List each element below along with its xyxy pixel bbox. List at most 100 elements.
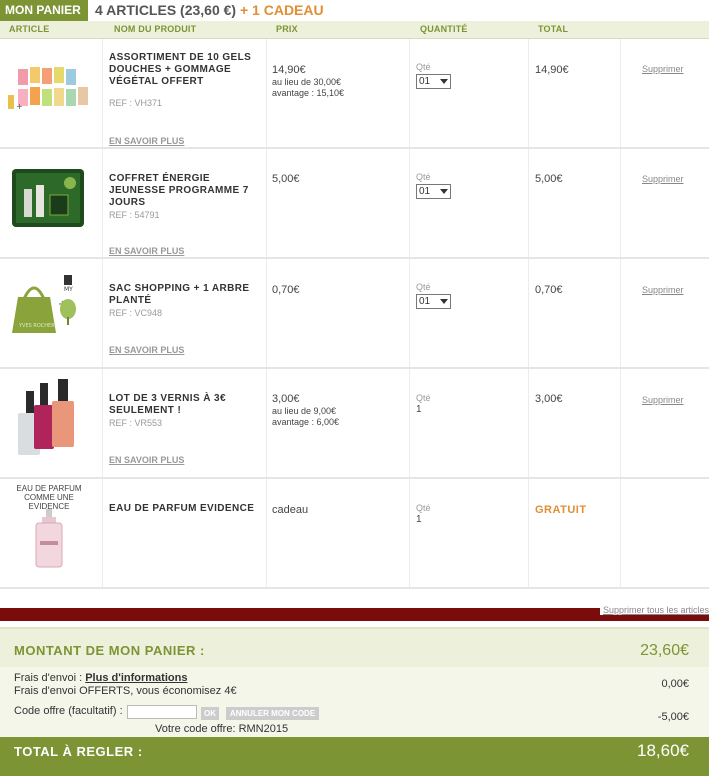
original-price: au lieu de 9,00€ bbox=[272, 406, 337, 416]
delete-link[interactable]: Supprimer bbox=[642, 174, 684, 184]
quantity-select[interactable]: 01 bbox=[416, 74, 451, 89]
quantity-value: 1 bbox=[416, 514, 422, 525]
product-name-cell: LOT DE 3 VERNIS À 3€ SEULEMENT ! REF : V… bbox=[103, 369, 267, 477]
fees-section: Frais d'envoi : Plus d'informations Frai… bbox=[0, 667, 709, 737]
product-ref: REF : VR553 bbox=[109, 418, 163, 428]
cart-amount-value: 23,60€ bbox=[640, 642, 689, 659]
price: 0,70€ bbox=[272, 284, 300, 296]
apply-code-button[interactable]: OK bbox=[201, 707, 219, 720]
delete-link[interactable]: Supprimer bbox=[642, 395, 684, 405]
more-info-link[interactable]: EN SAVOIR PLUS bbox=[109, 246, 184, 256]
price-cell: 14,90€ au lieu de 30,00€ avantage : 15,1… bbox=[267, 39, 410, 147]
grand-total-value: 18,60€ bbox=[637, 741, 689, 760]
product-name-cell: COFFRET ÉNERGIE JEUNESSE PROGRAMME 7 JOU… bbox=[103, 149, 267, 257]
original-price: au lieu de 30,00€ bbox=[272, 77, 342, 87]
free-badge: GRATUIT bbox=[535, 504, 587, 516]
product-name-cell: SAC SHOPPING + 1 ARBRE PLANTÉ REF : VC94… bbox=[103, 259, 267, 367]
table-header: ARTICLE NOM DU PRODUIT PRIX QUANTITÉ TOT… bbox=[0, 21, 709, 39]
product-name-cell: EAU DE PARFUM EVIDENCE bbox=[103, 479, 267, 587]
quantity-cell: Qté 01 bbox=[410, 149, 529, 257]
shower-gels-image: + bbox=[8, 67, 88, 111]
cart-amount-label: MONTANT DE MON PANIER : bbox=[14, 643, 205, 658]
product-name-cell: ASSORTIMENT DE 10 GELS DOUCHES + GOMMAGE… bbox=[103, 39, 267, 147]
promo-code-input[interactable] bbox=[127, 705, 197, 719]
delete-cell: Supprimer bbox=[621, 149, 709, 257]
grand-total-label: TOTAL À REGLER : bbox=[14, 744, 143, 759]
price: 3,00€ bbox=[272, 393, 300, 405]
more-info-link[interactable]: EN SAVOIR PLUS bbox=[109, 136, 184, 146]
chevron-down-icon bbox=[440, 189, 448, 194]
product-image[interactable]: EAU DE PARFUM COMME UNE EVIDENCE bbox=[0, 479, 103, 587]
product-image[interactable]: + bbox=[0, 39, 103, 147]
qty-label: Qté bbox=[416, 393, 431, 403]
shipping-label: Frais d'envoi : bbox=[14, 672, 83, 684]
delete-cell: Supprimer bbox=[621, 369, 709, 477]
table-row: EAU DE PARFUM COMME UNE EVIDENCE EAU DE … bbox=[0, 479, 709, 589]
line-total: 5,00€ bbox=[535, 173, 563, 185]
saving: avantage : 15,10€ bbox=[272, 88, 345, 98]
cart-title: MON PANIER bbox=[0, 0, 88, 21]
delete-all-link[interactable]: Supprimer tous les articles bbox=[599, 605, 709, 615]
product-ref: REF : VH371 bbox=[109, 98, 163, 108]
qty-label: Qté bbox=[416, 503, 431, 513]
product-image[interactable] bbox=[0, 149, 103, 257]
product-name[interactable]: COFFRET ÉNERGIE JEUNESSE PROGRAMME 7 JOU… bbox=[109, 173, 259, 209]
coffret-image bbox=[12, 169, 84, 227]
more-info-link[interactable]: EN SAVOIR PLUS bbox=[109, 455, 184, 465]
price-cell: 0,70€ bbox=[267, 259, 410, 367]
delete-cell: Supprimer bbox=[621, 39, 709, 147]
quantity-select[interactable]: 01 bbox=[416, 184, 451, 199]
total-cell: 5,00€ bbox=[529, 149, 621, 257]
svg-text:YVES ROCHER: YVES ROCHER bbox=[18, 323, 55, 329]
price-cell: 3,00€ au lieu de 9,00€ avantage : 6,00€ bbox=[267, 369, 410, 477]
product-name[interactable]: SAC SHOPPING + 1 ARBRE PLANTÉ bbox=[109, 283, 259, 307]
shipping-info-link[interactable]: Plus d'informations bbox=[85, 672, 187, 684]
delete-cell bbox=[621, 479, 709, 587]
price-cell: 5,00€ bbox=[267, 149, 410, 257]
total-cell: 14,90€ bbox=[529, 39, 621, 147]
product-name[interactable]: LOT DE 3 VERNIS À 3€ SEULEMENT ! bbox=[109, 393, 259, 417]
table-row: COFFRET ÉNERGIE JEUNESSE PROGRAMME 7 JOU… bbox=[0, 149, 709, 259]
line-total: 0,70€ bbox=[535, 284, 563, 296]
delete-link[interactable]: Supprimer bbox=[642, 64, 684, 74]
product-ref: REF : 54791 bbox=[109, 210, 160, 220]
applied-code: Votre code offre: RMN2015 bbox=[155, 723, 289, 735]
table-row: YVES ROCHER + MY SAC SHOPPING + 1 ARBRE … bbox=[0, 259, 709, 369]
free-shipping-note: Frais d'envoi OFFERTS, vous économisez 4… bbox=[14, 685, 237, 697]
code-label: Code offre (facultatif) : bbox=[14, 705, 123, 717]
svg-text:+: + bbox=[16, 102, 23, 111]
col-quantity: QUANTITÉ bbox=[420, 24, 468, 34]
table-row: + ASSORTIMENT DE 10 GELS DOUCHES + GOMMA… bbox=[0, 39, 709, 149]
quantity-value: 01 bbox=[419, 296, 431, 307]
total-cell: 3,00€ bbox=[529, 369, 621, 477]
product-image[interactable]: YVES ROCHER + MY bbox=[0, 259, 103, 367]
more-info-link[interactable]: EN SAVOIR PLUS bbox=[109, 345, 184, 355]
svg-text:MY: MY bbox=[64, 286, 73, 293]
chevron-down-icon bbox=[440, 299, 448, 304]
quantity-value: 01 bbox=[419, 186, 431, 197]
chevron-down-icon bbox=[440, 79, 448, 84]
cart-header: MON PANIER 4 ARTICLES (23,60 €) + 1 CADE… bbox=[0, 0, 709, 21]
col-total: TOTAL bbox=[538, 24, 569, 34]
quantity-value: 1 bbox=[416, 404, 422, 415]
price: 14,90€ bbox=[272, 64, 306, 76]
cart-amount-row: MONTANT DE MON PANIER : 23,60€ bbox=[0, 627, 709, 667]
saving: avantage : 6,00€ bbox=[272, 417, 340, 427]
total-cell: GRATUIT bbox=[529, 479, 621, 587]
quantity-select[interactable]: 01 bbox=[416, 294, 451, 309]
gift-count: + 1 CADEAU bbox=[239, 2, 324, 18]
shipping-value: 0,00€ bbox=[661, 678, 689, 690]
delete-link[interactable]: Supprimer bbox=[642, 285, 684, 295]
cart-summary: 4 ARTICLES (23,60 €) + 1 CADEAU bbox=[95, 2, 324, 18]
nail-polish-image bbox=[18, 379, 74, 455]
delete-cell: Supprimer bbox=[621, 259, 709, 367]
qty-label: Qté bbox=[416, 282, 431, 292]
product-name[interactable]: ASSORTIMENT DE 10 GELS DOUCHES + GOMMAGE… bbox=[109, 52, 259, 88]
cancel-code-button[interactable]: ANNULER MON CODE bbox=[226, 707, 319, 720]
price-cell: cadeau bbox=[267, 479, 410, 587]
product-ref: REF : VC948 bbox=[109, 308, 163, 318]
quantity-cell: Qté 1 bbox=[410, 369, 529, 477]
price: 5,00€ bbox=[272, 173, 300, 185]
quantity-cell: Qté 01 bbox=[410, 259, 529, 367]
product-image[interactable] bbox=[0, 369, 103, 477]
